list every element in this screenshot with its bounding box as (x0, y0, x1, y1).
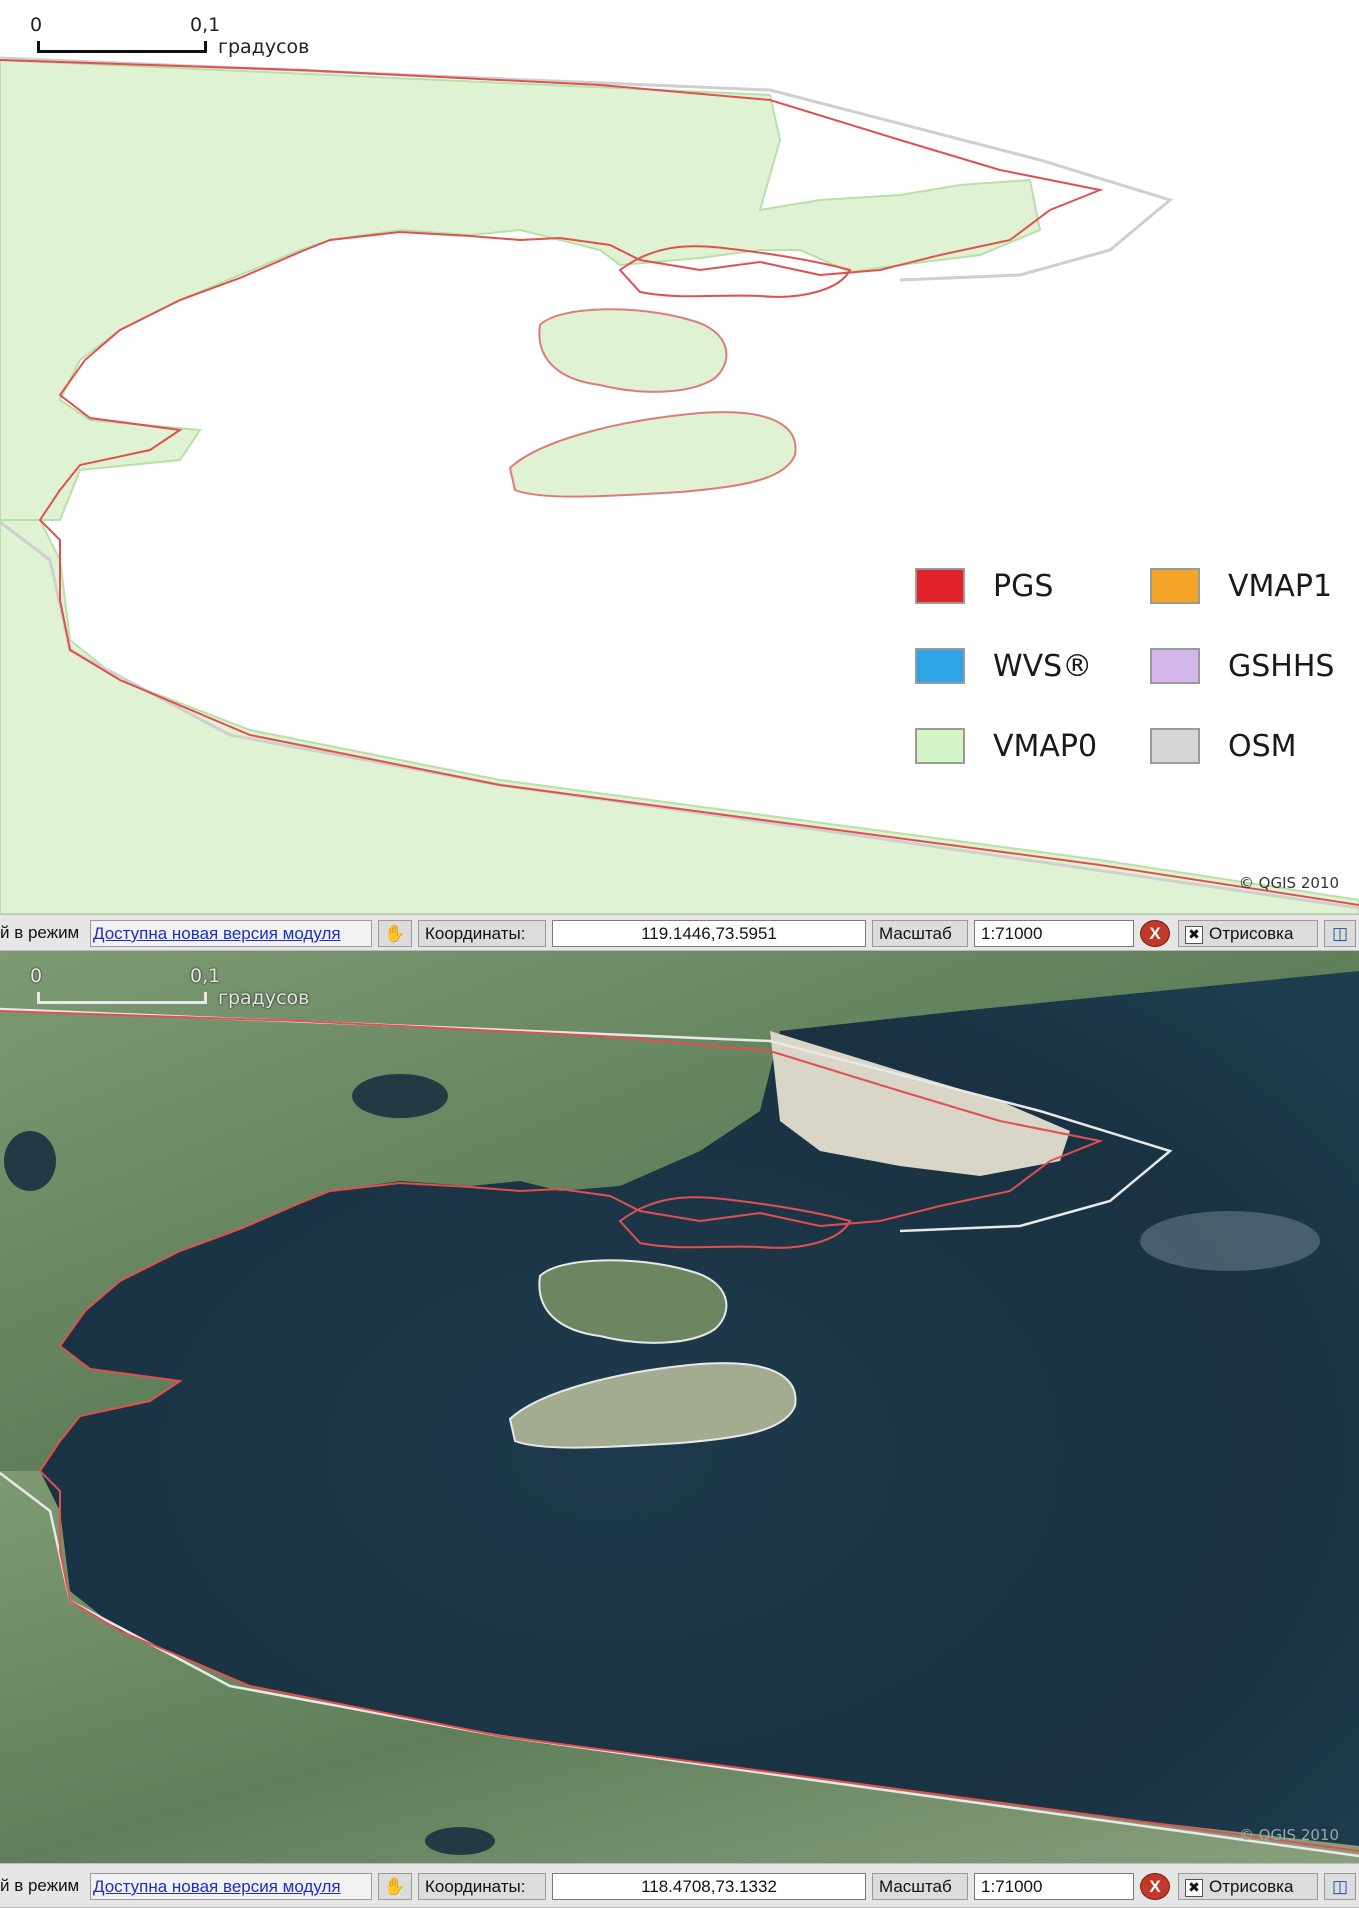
coordinates-label: Координаты: (418, 1873, 546, 1900)
legend-label: PGS (993, 568, 1054, 604)
stop-render-icon[interactable]: X (1140, 920, 1170, 947)
coordinates-label: Координаты: (418, 920, 546, 947)
map-legend: PGS VMAP1 WVS® GSHHS VMAP0 OSM (915, 568, 1355, 798)
legend-item: PGS (915, 568, 1053, 604)
lake (352, 1074, 448, 1118)
hand-pan-icon[interactable]: ✋ (378, 1873, 412, 1900)
legend-swatch (1150, 728, 1200, 764)
scale-unit-label: градусов (218, 36, 310, 58)
legend-label: OSM (1228, 728, 1297, 764)
coordinates-field[interactable]: 118.4708,73.1332 (552, 1873, 866, 1900)
legend-label: VMAP0 (993, 728, 1098, 764)
scale-bar: 0 0,1 градусов (30, 14, 330, 64)
cloud (1140, 1211, 1320, 1271)
legend-item: VMAP1 (1150, 568, 1332, 604)
land-north (0, 58, 1042, 521)
island-south (508, 411, 797, 498)
hand-pan-icon[interactable]: ✋ (378, 920, 412, 947)
copyright-label: © QGIS 2010 (1238, 1826, 1339, 1844)
legend-swatch (915, 568, 965, 604)
scale-bar-line (37, 992, 207, 1004)
render-label: Отрисовка (1209, 1877, 1294, 1896)
top-map-canvas[interactable]: 0 0,1 градусов PGS VMAP1 WVS® GSHHS VMAP… (0, 0, 1359, 914)
legend-item: VMAP0 (915, 728, 1097, 764)
scale-start-label: 0 (30, 965, 43, 987)
bottom-map-canvas[interactable]: 0 0,1 градусов © QGIS 2010 (0, 951, 1359, 1863)
legend-swatch (915, 728, 965, 764)
lake (425, 1827, 495, 1855)
scale-label: Масштаб (872, 1873, 968, 1900)
checkbox-icon[interactable]: ✖ (1185, 925, 1203, 944)
island-north (538, 308, 728, 393)
legend-item: OSM (1150, 728, 1297, 764)
copyright-label: © QGIS 2010 (1238, 874, 1339, 892)
projection-icon[interactable]: ◫ (1324, 1873, 1356, 1900)
scale-bar-line (37, 41, 207, 53)
coordinates-field[interactable]: 119.1446,73.5951 (552, 920, 866, 947)
legend-swatch (1150, 648, 1200, 684)
scale-unit-label: градусов (218, 987, 310, 1009)
scale-start-label: 0 (30, 14, 43, 36)
lake (4, 1131, 56, 1191)
legend-item: GSHHS (1150, 648, 1334, 684)
legend-swatch (1150, 568, 1200, 604)
satellite-map (0, 951, 1359, 1863)
status-bar: й в режим Доступна новая версия модуля ✋… (0, 914, 1359, 951)
plugin-update-link[interactable]: Доступна новая версия модуля (90, 1873, 372, 1900)
scale-bar: 0 0,1 градусов (30, 965, 330, 1015)
checkbox-icon[interactable]: ✖ (1185, 1878, 1203, 1897)
legend-label: VMAP1 (1228, 568, 1333, 604)
legend-swatch (915, 648, 965, 684)
render-label: Отрисовка (1209, 924, 1294, 943)
render-toggle[interactable]: ✖ Отрисовка (1178, 920, 1318, 947)
legend-label: GSHHS (1228, 648, 1335, 684)
legend-item: WVS® (915, 648, 1092, 684)
scale-label: Масштаб (872, 920, 968, 947)
legend-label: WVS® (993, 648, 1093, 684)
projection-icon[interactable]: ◫ (1324, 920, 1356, 947)
status-bar: й в режим Доступна новая версия модуля ✋… (0, 1863, 1359, 1908)
scale-end-label: 0,1 (190, 14, 221, 36)
scale-field[interactable]: 1:71000 (974, 920, 1134, 947)
stop-render-icon[interactable]: X (1140, 1873, 1170, 1900)
scale-end-label: 0,1 (190, 965, 221, 987)
mode-text: й в режим (0, 923, 80, 942)
scale-field[interactable]: 1:71000 (974, 1873, 1134, 1900)
mode-text: й в режим (0, 1876, 80, 1895)
render-toggle[interactable]: ✖ Отрисовка (1178, 1873, 1318, 1900)
plugin-update-link[interactable]: Доступна новая версия модуля (90, 920, 372, 947)
